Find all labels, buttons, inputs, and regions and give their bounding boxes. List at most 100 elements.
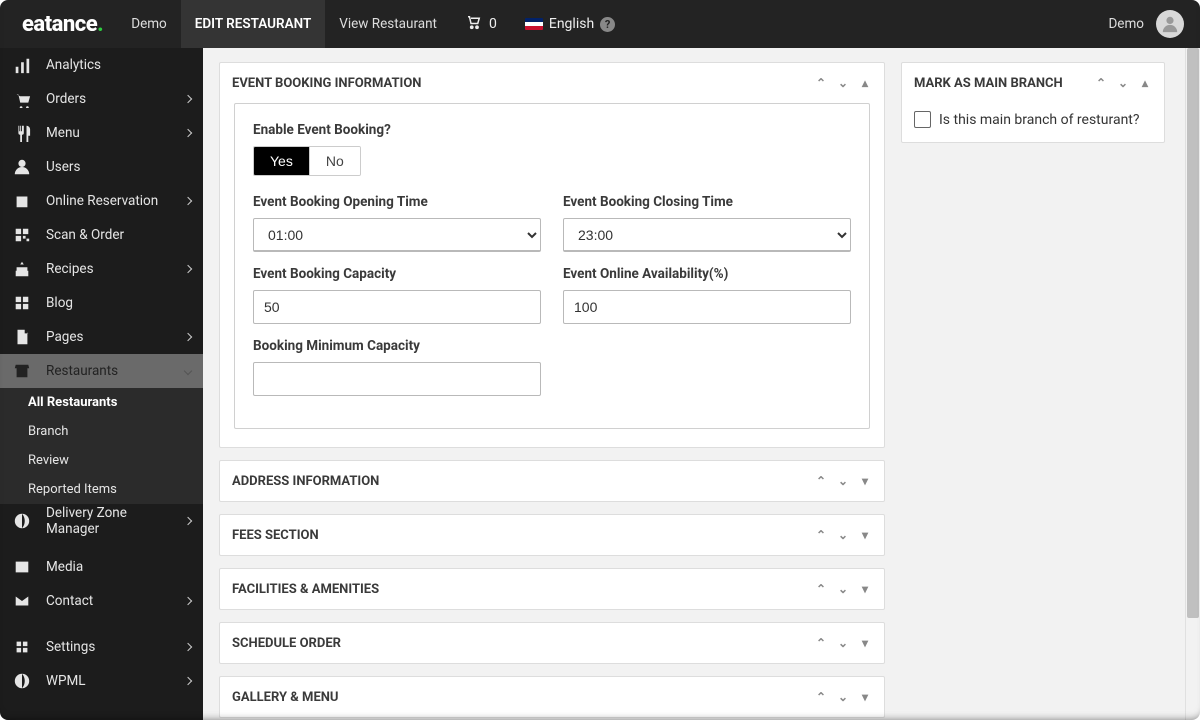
mail-icon [12, 592, 32, 610]
topnav-user[interactable]: Demo [1094, 0, 1148, 48]
panel-header-address[interactable]: ADDRESS INFORMATION ⌃⌄▾ [220, 461, 884, 501]
move-up-icon[interactable]: ⌃ [814, 690, 828, 704]
scrollbar-thumb[interactable] [1187, 48, 1199, 618]
chevron-icon [184, 517, 192, 525]
topnav-edit-restaurant[interactable]: EDIT RESTAURANT [181, 0, 326, 48]
expand-icon[interactable]: ▾ [858, 528, 872, 542]
sidebar-item-users[interactable]: Users [0, 150, 203, 184]
expand-icon[interactable]: ▾ [858, 636, 872, 650]
calendar-icon [12, 192, 32, 210]
move-up-icon[interactable]: ⌃ [1094, 76, 1108, 90]
cart-icon [465, 13, 483, 35]
collapse-icon[interactable]: ▴ [858, 76, 872, 90]
grid-icon [12, 294, 32, 312]
panel-main-branch: MARK AS MAIN BRANCH ⌃⌄▴ Is this main bra… [901, 62, 1165, 143]
chevron-icon [184, 333, 192, 341]
globe-icon [12, 512, 32, 530]
toggle-yes[interactable]: Yes [254, 147, 309, 175]
panel-header-event-booking[interactable]: EVENT BOOKING INFORMATION ⌃ ⌄ ▴ [220, 63, 884, 103]
availability-input[interactable] [563, 290, 851, 324]
topnav-view-restaurant[interactable]: View Restaurant [325, 0, 451, 48]
chevron-icon [184, 129, 192, 137]
expand-icon[interactable]: ▾ [858, 474, 872, 488]
expand-icon[interactable]: ▾ [858, 582, 872, 596]
topnav-language[interactable]: English ? [511, 16, 629, 32]
closing-time-label: Event Booking Closing Time [563, 194, 851, 210]
brand-logo: eatance. [16, 12, 117, 37]
sidebar-subitem-all-restaurants[interactable]: All Restaurants [0, 388, 203, 417]
chevron-icon [184, 677, 192, 685]
scrollbar-track[interactable] [1185, 48, 1200, 720]
min-capacity-label: Booking Minimum Capacity [253, 338, 541, 354]
capacity-input[interactable] [253, 290, 541, 324]
move-up-icon[interactable]: ⌃ [814, 76, 828, 90]
chevron-icon [184, 643, 192, 651]
sidebar-item-orders[interactable]: Orders [0, 82, 203, 116]
sidebar-item-blog[interactable]: Blog [0, 286, 203, 320]
panel-header-schedule[interactable]: SCHEDULE ORDER ⌃⌄▾ [220, 623, 884, 663]
brand-dot: . [97, 12, 103, 37]
user-icon [12, 158, 32, 176]
panel-header-main-branch[interactable]: MARK AS MAIN BRANCH ⌃⌄▴ [902, 63, 1164, 103]
expand-icon[interactable]: ▾ [858, 690, 872, 704]
side-column: MARK AS MAIN BRANCH ⌃⌄▴ Is this main bra… [901, 62, 1165, 155]
move-down-icon[interactable]: ⌄ [1116, 76, 1130, 90]
panel-title: FACILITIES & AMENITIES [232, 582, 379, 597]
move-up-icon[interactable]: ⌃ [814, 582, 828, 596]
sidebar-subitem-branch[interactable]: Branch [0, 417, 203, 446]
settings-icon [12, 638, 32, 656]
chevron-icon [184, 597, 192, 605]
collapse-icon[interactable]: ▴ [1138, 76, 1152, 90]
sidebar-item-media[interactable]: Media [0, 550, 203, 584]
move-up-icon[interactable]: ⌃ [814, 636, 828, 650]
panel-controls: ⌃ ⌄ ▴ [814, 76, 872, 90]
move-up-icon[interactable]: ⌃ [814, 528, 828, 542]
panel-header-facilities[interactable]: FACILITIES & AMENITIES ⌃ ⌄ ▾ [220, 569, 884, 609]
panel-title: EVENT BOOKING INFORMATION [232, 76, 421, 91]
move-down-icon[interactable]: ⌄ [836, 690, 850, 704]
move-down-icon[interactable]: ⌄ [836, 474, 850, 488]
sidebar-item-recipes[interactable]: Recipes [0, 252, 203, 286]
sidebar-item-wpml[interactable]: WPML [0, 664, 203, 698]
move-down-icon[interactable]: ⌄ [836, 528, 850, 542]
language-label: English [549, 16, 594, 32]
bars-icon [12, 56, 32, 74]
sidebar-item-label: Online Reservation [46, 193, 171, 209]
sidebar-item-label: Menu [46, 125, 171, 141]
sidebar-item-label: Users [46, 159, 191, 175]
sidebar-item-delivery-zone-manager[interactable]: Delivery Zone Manager [0, 504, 203, 538]
main-branch-checkbox[interactable] [914, 111, 931, 128]
sidebar-subitem-review[interactable]: Review [0, 446, 203, 475]
sidebar-item-contact[interactable]: Contact [0, 584, 203, 618]
panel-header-fees[interactable]: FEES SECTION ⌃⌄▾ [220, 515, 884, 555]
move-up-icon[interactable]: ⌃ [814, 474, 828, 488]
sidebar-item-analytics[interactable]: Analytics [0, 48, 203, 82]
sidebar-item-restaurants[interactable]: Restaurants [0, 354, 203, 388]
availability-label: Event Online Availability(%) [563, 266, 851, 282]
sidebar-item-online-reservation[interactable]: Online Reservation [0, 184, 203, 218]
sidebar-item-menu[interactable]: Menu [0, 116, 203, 150]
sidebar-item-label: Delivery Zone Manager [46, 505, 171, 537]
main-content: EVENT BOOKING INFORMATION ⌃ ⌄ ▴ Enable E… [203, 48, 1200, 720]
sidebar-subitem-reported-items[interactable]: Reported Items [0, 475, 203, 504]
avatar-icon[interactable] [1156, 10, 1184, 38]
toggle-no[interactable]: No [309, 147, 360, 175]
topnav-demo[interactable]: Demo [117, 0, 181, 48]
panel-fees: FEES SECTION ⌃⌄▾ [219, 514, 885, 556]
page-icon [12, 328, 32, 346]
move-down-icon[interactable]: ⌄ [836, 636, 850, 650]
sidebar-item-label: Analytics [46, 57, 191, 73]
closing-time-select[interactable]: 23:00 [563, 218, 851, 252]
globe-icon [12, 672, 32, 690]
opening-time-select[interactable]: 01:00 [253, 218, 541, 252]
sidebar-item-pages[interactable]: Pages [0, 320, 203, 354]
topnav-cart[interactable]: 0 [451, 13, 511, 35]
sidebar-item-scan-order[interactable]: Scan & Order [0, 218, 203, 252]
qr-icon [12, 226, 32, 244]
cake-icon [12, 260, 32, 278]
move-down-icon[interactable]: ⌄ [836, 76, 850, 90]
sidebar-item-settings[interactable]: Settings [0, 630, 203, 664]
min-capacity-input[interactable] [253, 362, 541, 396]
panel-header-gallery[interactable]: GALLERY & MENU ⌃⌄▾ [220, 677, 884, 717]
move-down-icon[interactable]: ⌄ [836, 582, 850, 596]
